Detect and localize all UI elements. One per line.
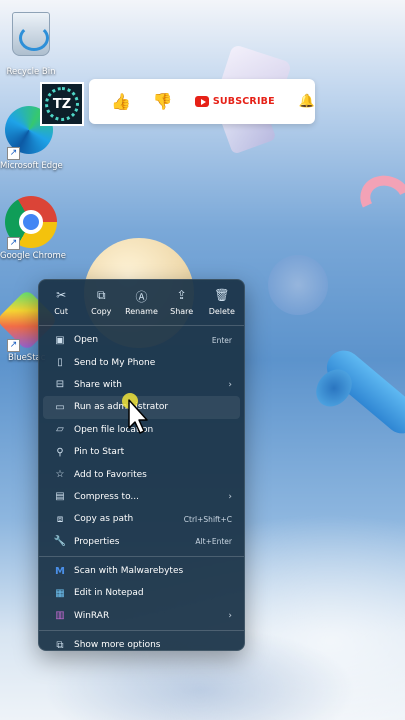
menu-item-add-to-favorites[interactable]: ☆ Add to Favorites — [43, 463, 240, 485]
share-with-icon: ⊟ — [55, 379, 65, 391]
menu-item-winrar[interactable]: ▥ WinRAR › — [43, 605, 240, 627]
dislike-button[interactable]: 👍 — [153, 92, 173, 111]
share-icon: ⇪ — [176, 288, 187, 302]
menu-item-label: Add to Favorites — [74, 469, 147, 480]
copy-path-icon: ⧈ — [56, 513, 64, 525]
menu-item-label: Pin to Start — [74, 447, 125, 458]
menu-separator — [39, 325, 244, 326]
chevron-right-icon: › — [228, 610, 232, 621]
menu-item-label: Properties — [74, 536, 120, 547]
menu-item-shortcut: Enter — [211, 335, 232, 345]
star-icon: ☆ — [55, 469, 65, 481]
menu-item-label: Copy as path — [74, 514, 134, 525]
rename-label: Rename — [125, 307, 158, 316]
menu-item-show-more-options[interactable]: ⧉ Show more options — [43, 634, 240, 656]
cut-label: Cut — [54, 307, 68, 316]
shield-icon: ▭ — [55, 401, 65, 413]
delete-label: Delete — [208, 307, 235, 316]
menu-item-open[interactable]: ▣ Open Enter — [43, 329, 240, 351]
copy-icon: ⧉ — [96, 288, 106, 302]
rename-icon: Ⓐ — [135, 290, 148, 304]
zip-icon: ▤ — [55, 491, 65, 503]
menu-item-label: Compress to... — [74, 491, 140, 502]
notepad-icon: ▦ — [55, 587, 65, 599]
background-curl — [353, 168, 405, 230]
cut-button[interactable]: ✂ Cut — [41, 288, 81, 322]
menu-item-pin-to-start[interactable]: ⚲ Pin to Start — [43, 441, 240, 463]
copy-label: Copy — [91, 307, 112, 316]
context-menu-toolbar: ✂ Cut ⧉ Copy Ⓐ Rename ⇪ Share 🗑 Delete — [39, 280, 244, 322]
folder-icon: ▱ — [56, 424, 64, 436]
menu-item-label: WinRAR — [74, 610, 110, 621]
menu-item-scan-malwarebytes[interactable]: M Scan with Malwarebytes — [43, 560, 240, 582]
subscribe-banner: 👍 👍 SUBSCRIBE 🔔 — [89, 79, 315, 124]
desktop-icon-chrome[interactable]: ↗ Google Chrome — [0, 196, 67, 261]
copy-button[interactable]: ⧉ Copy — [81, 288, 121, 322]
menu-item-label: Run as administrator — [74, 402, 169, 413]
share-button[interactable]: ⇪ Share — [162, 288, 202, 322]
menu-item-shortcut: Alt+Enter — [195, 537, 232, 547]
mouse-cursor — [122, 393, 148, 434]
menu-item-label: Scan with Malwarebytes — [74, 566, 184, 577]
desktop-icon-recycle-bin[interactable]: Recycle Bin — [0, 8, 62, 77]
scissors-icon: ✂ — [56, 288, 67, 302]
menu-item-label: Edit in Notepad — [74, 588, 144, 599]
cursor-arrow-icon — [128, 399, 148, 434]
shortcut-arrow-icon: ↗ — [7, 237, 20, 250]
wrench-icon: 🔧 — [53, 536, 67, 548]
menu-item-copy-as-path[interactable]: ⧈ Copy as path Ctrl+Shift+C — [43, 508, 240, 530]
menu-item-compress-to[interactable]: ▤ Compress to... › — [43, 486, 240, 508]
phone-icon: ▯ — [57, 357, 63, 369]
pin-icon: ⚲ — [56, 446, 64, 458]
open-icon: ▣ — [55, 334, 65, 346]
desktop-icon-label: Google Chrome — [0, 251, 67, 261]
menu-item-label: Send to My Phone — [74, 357, 156, 368]
delete-button[interactable]: 🗑 Delete — [202, 288, 242, 322]
shortcut-arrow-icon: ↗ — [7, 339, 20, 352]
context-menu: ✂ Cut ⧉ Copy Ⓐ Rename ⇪ Share 🗑 Delete ▣… — [38, 279, 245, 651]
menu-item-shortcut: Ctrl+Shift+C — [183, 514, 232, 524]
menu-item-label: Open — [74, 335, 99, 346]
background-blob — [268, 255, 328, 315]
bell-icon[interactable]: 🔔 — [299, 94, 315, 109]
share-label: Share — [170, 307, 194, 316]
menu-separator — [39, 555, 244, 557]
channel-avatar: TZ — [40, 82, 84, 126]
malwarebytes-icon: M — [55, 565, 65, 577]
menu-item-label: Open file location — [74, 424, 154, 435]
rename-button[interactable]: Ⓐ Rename — [121, 288, 161, 322]
desktop-icon-label: Recycle Bin — [6, 67, 56, 77]
menu-item-send-to-phone[interactable]: ▯ Send to My Phone — [43, 351, 240, 373]
recycle-bin-icon — [12, 12, 50, 56]
chevron-right-icon: › — [228, 379, 232, 390]
shortcut-arrow-icon: ↗ — [7, 147, 20, 160]
menu-separator — [39, 630, 244, 632]
chevron-right-icon: › — [228, 491, 232, 502]
desktop-icon-label: Microsoft Edge — [0, 161, 63, 171]
subscribe-button[interactable]: SUBSCRIBE — [213, 96, 275, 107]
channel-logo: TZ — [45, 87, 79, 121]
winrar-icon: ▥ — [55, 610, 65, 622]
trash-icon: 🗑 — [214, 288, 230, 302]
menu-item-properties[interactable]: 🔧 Properties Alt+Enter — [43, 531, 240, 553]
menu-item-label: Show more options — [74, 640, 161, 651]
menu-item-label: Share with — [74, 379, 122, 390]
youtube-icon — [194, 96, 209, 107]
more-options-icon: ⧉ — [56, 639, 64, 651]
menu-item-edit-in-notepad[interactable]: ▦ Edit in Notepad — [43, 582, 240, 604]
like-button[interactable]: 👍 — [111, 92, 131, 111]
